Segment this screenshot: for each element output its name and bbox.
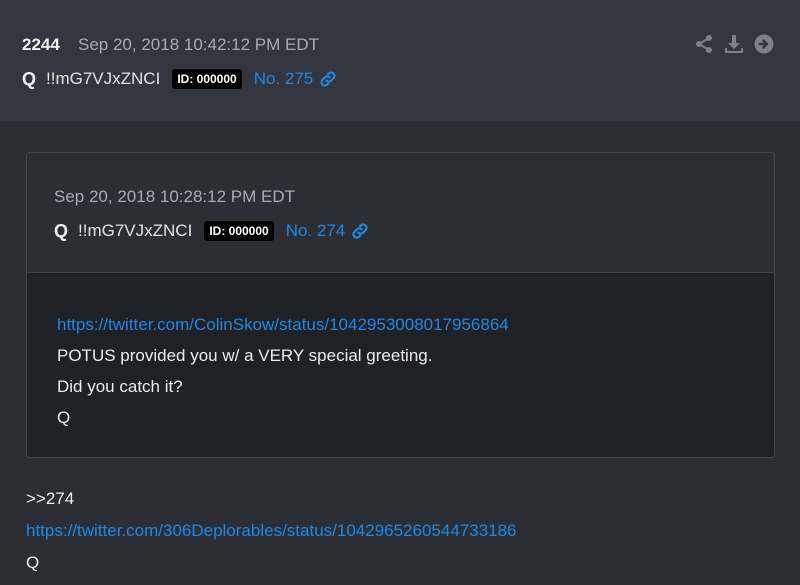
quoted-text-line: POTUS provided you w/ a VERY special gre… xyxy=(57,346,433,365)
share-icon[interactable] xyxy=(694,34,714,54)
quoted-author-row: Q !!mG7VJxZNCI ID: 000000 No. 274 xyxy=(54,218,370,244)
link-icon xyxy=(352,223,368,239)
tripcode: !!mG7VJxZNCI xyxy=(46,69,161,88)
quoted-post: Sep 20, 2018 10:28:12 PM EDT Q !!mG7VJxZ… xyxy=(26,152,775,458)
reply-reference[interactable]: >>274 xyxy=(26,483,517,515)
author-name: Q xyxy=(22,68,37,89)
post-number: 2244 xyxy=(22,35,60,54)
post-number-label: No. 275 xyxy=(253,69,314,88)
quoted-text-line: Did you catch it? xyxy=(57,377,183,396)
quoted-twitter-link[interactable]: https://twitter.com/ColinSkow/status/104… xyxy=(57,315,509,334)
quoted-post-number-label: No. 274 xyxy=(285,221,346,240)
arrow-right-circle-icon[interactable] xyxy=(754,34,774,54)
quoted-id-badge: ID: 000000 xyxy=(204,221,274,241)
reply-twitter-link[interactable]: https://twitter.com/306Deplorables/statu… xyxy=(26,521,517,540)
quoted-post-body: https://twitter.com/ColinSkow/status/104… xyxy=(27,273,774,457)
link-icon xyxy=(320,71,336,87)
quoted-tripcode: !!mG7VJxZNCI xyxy=(78,221,193,240)
reply-signature: Q xyxy=(26,553,40,572)
quoted-author-name: Q xyxy=(54,220,69,241)
download-icon[interactable] xyxy=(724,34,744,54)
quoted-post-header: Sep 20, 2018 10:28:12 PM EDT Q !!mG7VJxZ… xyxy=(27,153,774,273)
quoted-post-date: Sep 20, 2018 10:28:12 PM EDT xyxy=(54,187,295,206)
quoted-post-number-link[interactable]: No. 274 xyxy=(286,221,371,241)
id-badge: ID: 000000 xyxy=(172,69,242,89)
post-author-row: Q !!mG7VJxZNCI ID: 000000 No. 275 xyxy=(22,66,338,92)
post-date: Sep 20, 2018 10:42:12 PM EDT xyxy=(78,35,319,54)
post-actions xyxy=(694,34,774,54)
post-body: >>274 https://twitter.com/306Deplorables… xyxy=(26,483,517,579)
quoted-signature: Q xyxy=(57,408,71,427)
post-number-link[interactable]: No. 275 xyxy=(254,69,339,89)
post-header: 2244 Sep 20, 2018 10:42:12 PM EDT Q !!mG… xyxy=(0,0,800,123)
